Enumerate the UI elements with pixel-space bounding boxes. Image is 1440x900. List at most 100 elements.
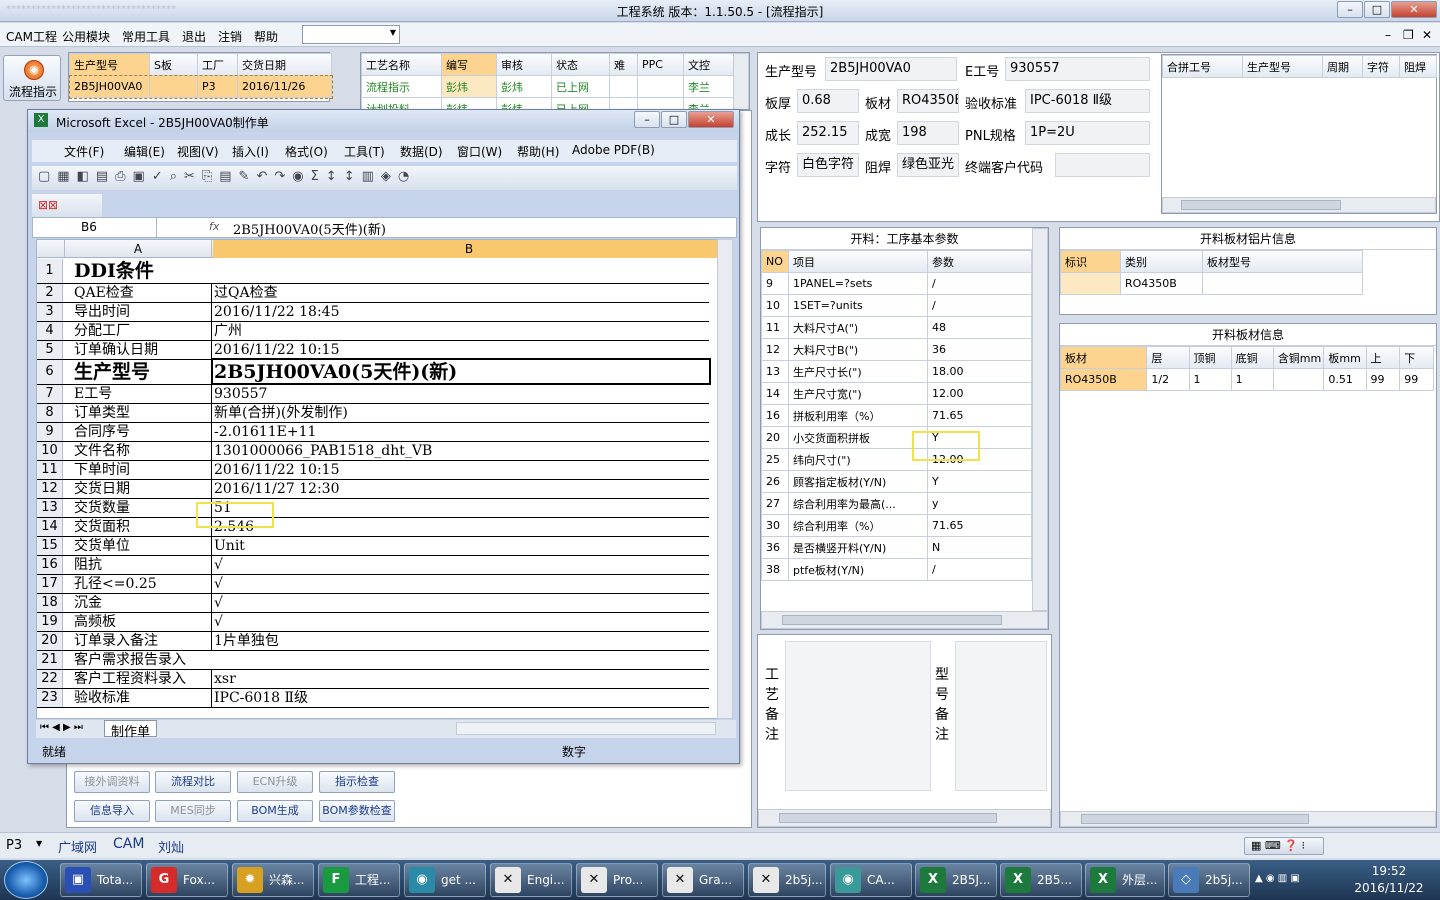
minimize-button[interactable]: –: [1337, 1, 1363, 18]
sheet-row[interactable]: 23 验收标准 IPC-6018 Ⅱ级: [37, 689, 709, 708]
sheet-row[interactable]: 7 E工号 930557: [37, 385, 709, 404]
excel-vscrollbar[interactable]: [717, 239, 733, 719]
cell-a[interactable]: 交货面积: [64, 518, 212, 536]
tray-icons[interactable]: ▲ ◉ ▥ ▣: [1255, 873, 1300, 884]
sheet-info-header[interactable]: 标识: [1060, 250, 1121, 273]
sheet-row[interactable]: 4 分配工厂 广州: [37, 322, 709, 341]
bom-generate-button[interactable]: BOM生成: [237, 800, 313, 822]
material-header[interactable]: 上: [1365, 346, 1401, 369]
excel-menu-item[interactable]: 编辑(E): [124, 143, 165, 160]
external-data-button[interactable]: 接外调资料: [74, 771, 150, 793]
sheet-row[interactable]: 22 客户工程资料录入 xsr: [37, 670, 709, 689]
language-bar[interactable]: ▦ ⌨ ❓ ⁝: [1244, 837, 1324, 855]
taskbar-item[interactable]: X 2B5...: [1000, 863, 1082, 897]
ecn-upgrade-button[interactable]: ECN升级: [237, 771, 313, 793]
params-header[interactable]: NO: [761, 250, 789, 273]
excel-menu-item[interactable]: Adobe PDF(B): [572, 143, 655, 157]
process-header[interactable]: 编写: [441, 53, 497, 76]
cell-a[interactable]: 交货数量: [64, 499, 212, 517]
menu-tools[interactable]: 常用工具: [122, 28, 170, 45]
cell-a[interactable]: 交货日期: [64, 480, 212, 498]
excel-close-button[interactable]: ✕: [688, 111, 734, 128]
row-number[interactable]: 12: [37, 480, 63, 498]
sheet-info-header[interactable]: 类别: [1120, 250, 1203, 273]
table-row[interactable]: 36 是否横竖开料(Y/N) N: [761, 536, 1032, 559]
cell-b[interactable]: 2016/11/22 10:15: [213, 461, 709, 479]
row-number[interactable]: 22: [37, 670, 63, 688]
table-row[interactable]: RO4350B 1/2 1 1 0.51 99 99: [1059, 368, 1434, 391]
sheet-row[interactable]: 1 DDI条件: [37, 259, 709, 284]
sheet-nav-arrows[interactable]: ⏮ ◀ ▶ ⏭: [40, 722, 83, 733]
table-row[interactable]: 25 纬向尺寸(") 12.00: [761, 448, 1032, 471]
taskbar-item[interactable]: ◉ CA...: [830, 863, 912, 897]
material-hscrollbar[interactable]: [1060, 811, 1436, 827]
cell-b[interactable]: 51: [213, 499, 709, 517]
cell-a[interactable]: 文件名称: [64, 442, 212, 460]
taskbar-item[interactable]: X 外层...: [1085, 863, 1165, 897]
cell-b[interactable]: 过QA检查: [213, 284, 709, 302]
table-row[interactable]: 10 1SET=?units /: [761, 294, 1032, 317]
table-row[interactable]: 12 大料尺寸B(") 36: [761, 338, 1032, 361]
row-number[interactable]: 13: [37, 499, 63, 517]
endcustomer-field[interactable]: [1055, 153, 1150, 177]
sheet-row[interactable]: 14 交货面积 2.546: [37, 518, 709, 537]
row-number[interactable]: 2: [37, 284, 63, 302]
taskbar-item[interactable]: ▣ Tota...: [60, 863, 142, 897]
cell-a[interactable]: 订单类型: [64, 404, 212, 422]
sheet-row[interactable]: 6 生产型号 2B5JH00VA0(5天件)(新): [37, 358, 711, 385]
mdi-close[interactable]: ✕: [1422, 28, 1432, 42]
sheet-tab[interactable]: 制作单: [104, 720, 158, 740]
merge-header[interactable]: 生产型号: [1242, 55, 1323, 78]
excel-menu-item[interactable]: 工具(T): [344, 143, 385, 160]
sheet-hscrollbar[interactable]: [456, 722, 716, 735]
row-number[interactable]: 19: [37, 613, 63, 631]
table-row[interactable]: 38 ptfe板材(Y/N) /: [761, 558, 1032, 581]
thickness-field[interactable]: 0.68: [797, 89, 859, 113]
sheet-info-header[interactable]: 板材型号: [1202, 250, 1363, 273]
menu-help[interactable]: 帮助: [254, 28, 278, 45]
cell-b[interactable]: √: [213, 613, 709, 631]
row-number[interactable]: 6: [37, 360, 63, 384]
taskbar-item[interactable]: G Fox...: [146, 863, 228, 897]
excel-menu-item[interactable]: 窗口(W): [457, 143, 502, 160]
process-header[interactable]: 文控: [683, 53, 734, 76]
cell-a[interactable]: 孔径<=0.25: [64, 575, 212, 593]
cell-a[interactable]: QAE检查: [64, 284, 212, 302]
table-row[interactable]: 11 大料尺寸A(") 48: [761, 316, 1032, 339]
row-number[interactable]: 16: [37, 556, 63, 574]
params-hscrollbar[interactable]: [761, 611, 1048, 629]
eno-field[interactable]: 930557: [1005, 57, 1150, 81]
table-row[interactable]: 2B5JH00VA0 P3 2016/11/26: [68, 74, 333, 99]
pnl-field[interactable]: 1P=2U: [1025, 121, 1150, 145]
mes-sync-button[interactable]: MES同步: [155, 800, 231, 822]
row-number[interactable]: 1: [37, 259, 63, 283]
taskbar-item[interactable]: ✕ Gra...: [662, 863, 744, 897]
merge-header[interactable]: 合拼工号: [1162, 55, 1243, 78]
cell-a[interactable]: 合同序号: [64, 423, 212, 441]
cell-a[interactable]: 客户需求报告录入: [64, 651, 712, 669]
legend-field[interactable]: 白色字符: [797, 153, 859, 177]
table-row[interactable]: 20 小交货面积拼板 Y: [761, 426, 1032, 449]
excel-menu-item[interactable]: 数据(D): [400, 143, 443, 160]
excel-minimize-button[interactable]: –: [634, 111, 660, 128]
cell-a[interactable]: E工号: [64, 385, 212, 403]
merge-header[interactable]: 周期: [1322, 55, 1363, 78]
row-number[interactable]: 21: [37, 651, 63, 669]
sheet-row[interactable]: 17 孔径<=0.25 √: [37, 575, 709, 594]
cell-a[interactable]: 阻抗: [64, 556, 212, 574]
bom-param-check-button[interactable]: BOM参数检查: [319, 800, 395, 822]
row-number[interactable]: 17: [37, 575, 63, 593]
sheet-area[interactable]: A B 1 DDI条件 2 QAE检查 过QA检查 3 导出时间 2016/11/22 18:…: [36, 239, 726, 719]
column-a-header[interactable]: A: [64, 240, 212, 258]
cell-a[interactable]: 订单确认日期: [64, 341, 212, 359]
process-header[interactable]: PPC: [637, 53, 684, 76]
row-number[interactable]: 15: [37, 537, 63, 555]
material-field[interactable]: RO4350B: [897, 89, 959, 113]
mdi-restore[interactable]: ❐: [1403, 28, 1414, 42]
cell-b[interactable]: 2016/11/22 10:15: [213, 341, 709, 359]
sheet-row[interactable]: 19 高频板 √: [37, 613, 709, 632]
taskbar-item[interactable]: ◇ 2b5j...: [1168, 863, 1250, 897]
taskbar-item[interactable]: ◉ get ...: [404, 863, 486, 897]
sheet-row[interactable]: 8 订单类型 新单(合拼)(外发制作): [37, 404, 709, 423]
table-row[interactable]: 26 顾客指定板材(Y/N) Y: [761, 470, 1032, 493]
